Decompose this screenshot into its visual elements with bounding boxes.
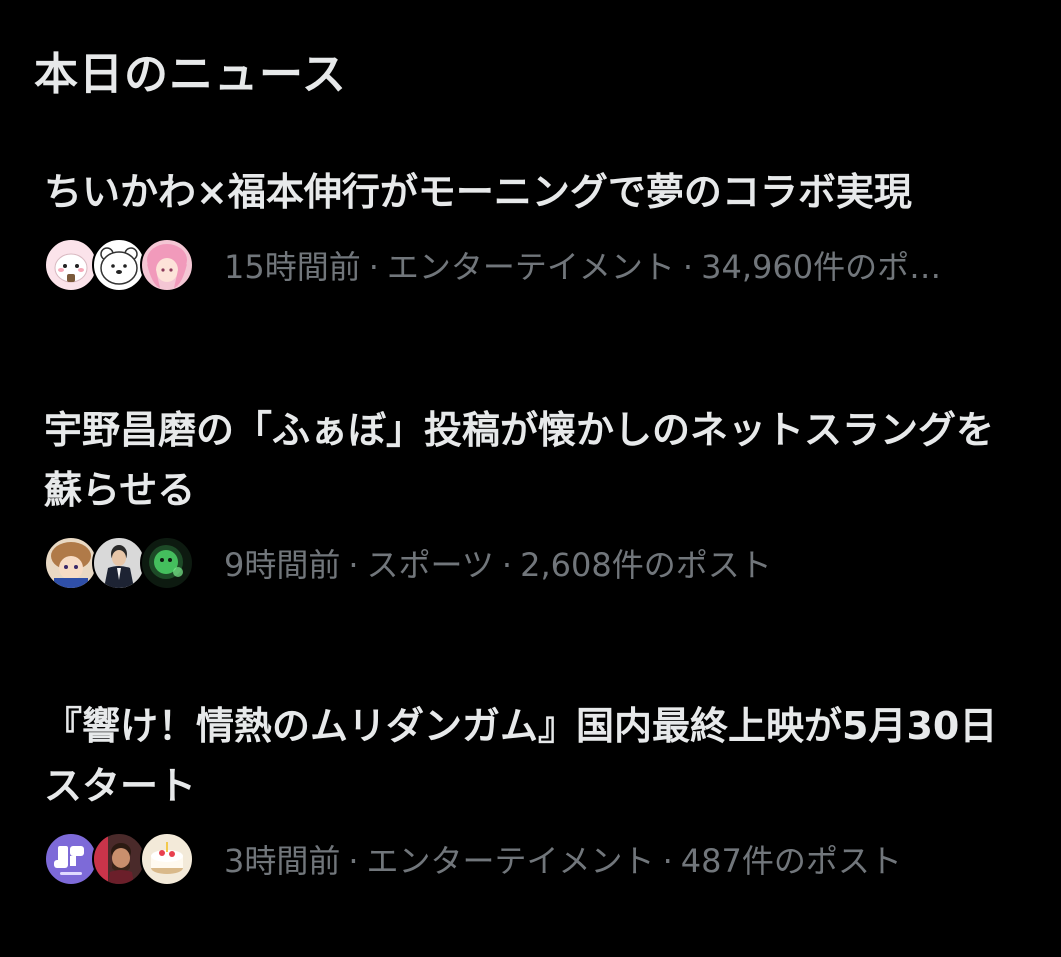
news-post-count: 34,960件のポ…	[701, 248, 942, 286]
avatar-stack	[44, 536, 200, 590]
news-headline: 宇野昌磨の「ふぁぼ」投稿が懐かしのネットスラングを蘇らせる	[44, 408, 995, 512]
news-category: スポーツ	[366, 546, 494, 584]
news-meta-text: 9時間前 · スポーツ · 2,608件のポスト	[224, 546, 772, 584]
cake-avatar	[140, 832, 194, 886]
news-time: 9時間前	[224, 546, 341, 584]
news-meta: 9時間前 · スポーツ · 2,608件のポスト	[44, 534, 1019, 592]
news-item[interactable]: ちいかわ×福本伸行がモーニングで夢のコラボ実現 15時間前 · エンターテイメン…	[44, 162, 1019, 294]
news-meta: 15時間前 · エンターテイメント · 34,960件のポ…	[44, 236, 1019, 294]
avatar-stack	[44, 238, 200, 292]
news-meta: 3時間前 · エンターテイメント · 487件のポスト	[44, 830, 1019, 888]
green-glow-avatar	[140, 536, 194, 590]
avatar-stack	[44, 832, 200, 886]
news-category: エンターテイメント	[386, 248, 675, 286]
news-meta-text: 3時間前 · エンターテイメント · 487件のポスト	[224, 842, 902, 880]
news-meta-text: 15時間前 · エンターテイメント · 34,960件のポ…	[224, 248, 942, 286]
news-time: 3時間前	[224, 842, 341, 880]
chiikawa-avatar	[44, 238, 98, 292]
man-in-suit-avatar	[92, 536, 146, 590]
news-item[interactable]: 『響け！情熱のムリダンガム』国内最終上映が5月30日スタート 3時間前 · エン…	[44, 696, 1019, 888]
anime-character-avatar	[44, 536, 98, 590]
news-headline: 『響け！情熱のムリダンガム』国内最終上映が5月30日スタート	[44, 704, 998, 808]
news-time: 15時間前	[224, 248, 361, 286]
bearded-man-avatar	[92, 832, 146, 886]
news-post-count: 2,608件のポスト	[520, 546, 772, 584]
news-headline: ちいかわ×福本伸行がモーニングで夢のコラボ実現	[44, 170, 912, 214]
white-bear-avatar	[92, 238, 146, 292]
pink-hair-avatar	[140, 238, 194, 292]
news-post-count: 487件のポスト	[680, 842, 902, 880]
news-category: エンターテイメント	[366, 842, 655, 880]
news-item[interactable]: 宇野昌磨の「ふぁぼ」投稿が懐かしのネットスラングを蘇らせる 9時間前 · スポー…	[44, 400, 1019, 592]
natalie-logo-avatar	[44, 832, 98, 886]
section-title: 本日のニュース	[34, 49, 347, 100]
